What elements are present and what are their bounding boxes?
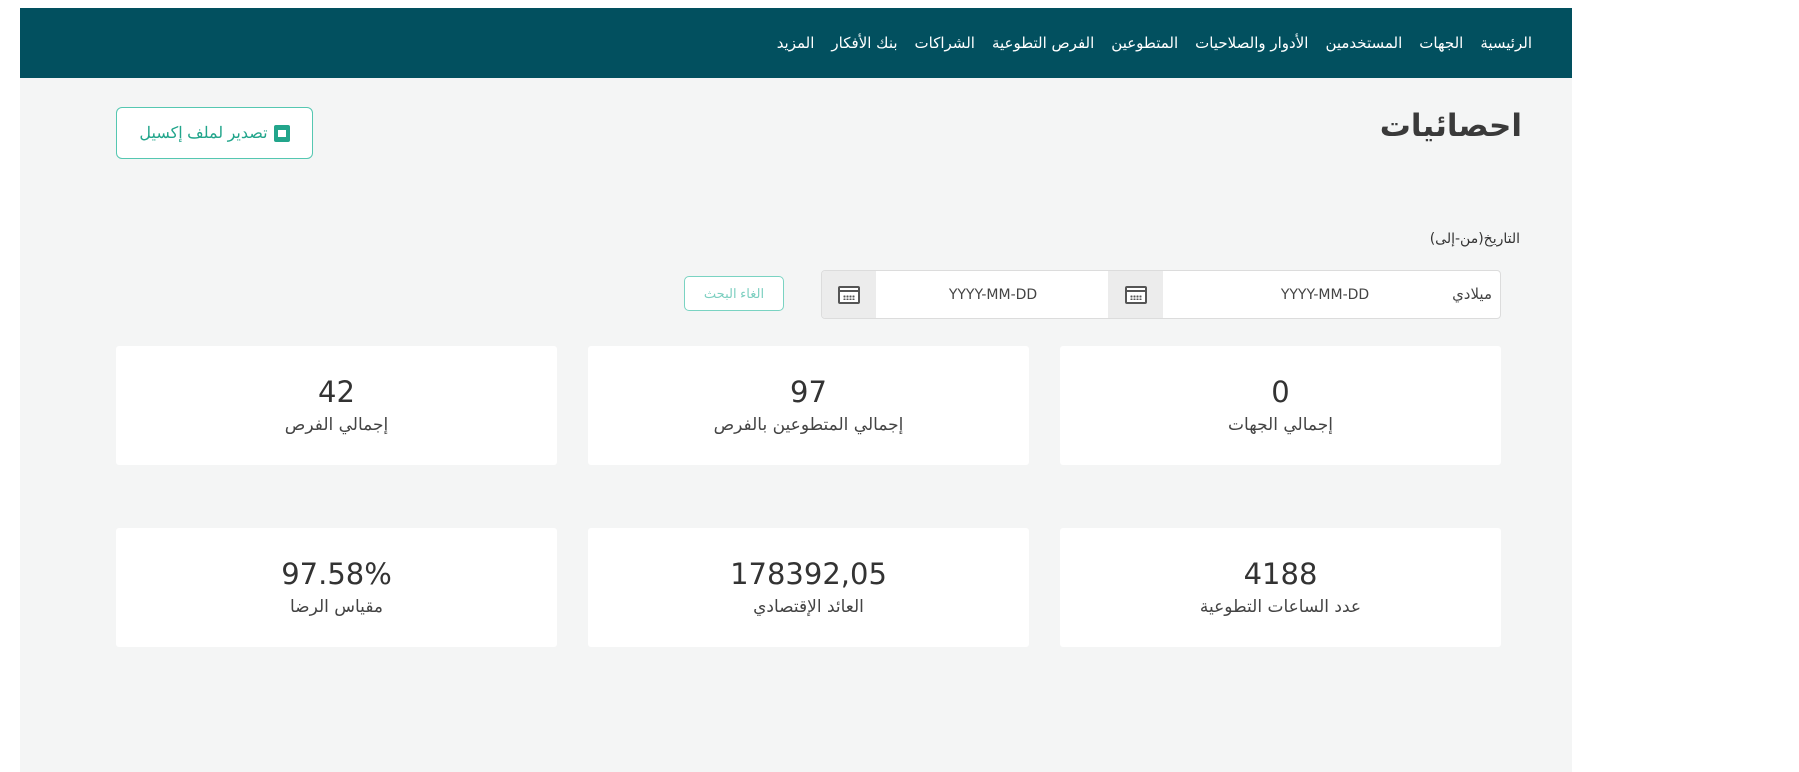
- stat-value: 4188: [1243, 556, 1318, 591]
- stat-label: إجمالي المتطوعين بالفرص: [713, 415, 904, 436]
- page-title: احصائيات: [1379, 108, 1522, 144]
- stat-label: عدد الساعات التطوعية: [1199, 597, 1362, 618]
- stat-card-entities: 0 إجمالي الجهات: [1060, 346, 1501, 465]
- nav-item-entities[interactable]: الجهات: [1419, 34, 1463, 52]
- nav-item-volunteers[interactable]: المتطوعين: [1111, 34, 1178, 52]
- nav-item-users[interactable]: المستخدمين: [1325, 34, 1402, 52]
- stat-value: 97.58%: [281, 556, 392, 591]
- export-excel-button[interactable]: تصدير لملف إكسيل: [116, 107, 313, 159]
- stat-value: 42: [318, 374, 355, 409]
- stat-label: إجمالي الجهات: [1228, 415, 1333, 436]
- file-excel-icon: [273, 124, 290, 142]
- nav-item-partnerships[interactable]: الشراكات: [915, 34, 975, 52]
- stat-card-satisfaction: 97.58% مقياس الرضا: [116, 528, 557, 647]
- nav-item-more[interactable]: المزيد: [777, 34, 815, 52]
- stat-label: مقياس الرضا: [289, 597, 384, 618]
- date-from-calendar-button[interactable]: [1108, 271, 1163, 318]
- calendar-icon: [1124, 285, 1147, 304]
- date-to-calendar-button[interactable]: [822, 271, 876, 318]
- export-excel-label: تصدير لملف إكسيل: [139, 125, 268, 142]
- stat-card-opportunities: 42 إجمالي الفرص: [116, 346, 557, 465]
- calendar-icon: [837, 285, 860, 304]
- app-frame: الرئيسية الجهات المستخدمين الأدوار والصل…: [20, 8, 1572, 772]
- calendar-type-select[interactable]: ميلادي: [1452, 271, 1492, 318]
- stat-card-economic-return: 178392,05 العائد الإقتصادي: [588, 528, 1029, 647]
- cancel-search-button[interactable]: الغاء البحث: [684, 276, 784, 311]
- nav-item-roles-permissions[interactable]: الأدوار والصلاحيات: [1195, 34, 1308, 52]
- date-range-group: ميلادي: [821, 270, 1501, 319]
- date-to-input[interactable]: [878, 271, 1108, 318]
- nav-item-home[interactable]: الرئيسية: [1480, 34, 1532, 52]
- stat-value: 0: [1271, 374, 1290, 409]
- top-navbar: الرئيسية الجهات المستخدمين الأدوار والصل…: [20, 8, 1572, 78]
- stat-value: 178392,05: [730, 556, 887, 591]
- stat-value: 97: [790, 374, 827, 409]
- stat-label: إجمالي الفرص: [284, 415, 389, 436]
- date-range-label: التاريخ(من-إلى): [1429, 231, 1520, 247]
- date-from-input[interactable]: [1215, 271, 1435, 318]
- nav-item-opportunities[interactable]: الفرص التطوعية: [992, 34, 1094, 52]
- stat-card-opportunity-volunteers: 97 إجمالي المتطوعين بالفرص: [588, 346, 1029, 465]
- nav-item-ideas-bank[interactable]: بنك الأفكار: [831, 34, 897, 52]
- stat-label: العائد الإقتصادي: [753, 597, 864, 618]
- stat-card-volunteer-hours: 4188 عدد الساعات التطوعية: [1060, 528, 1501, 647]
